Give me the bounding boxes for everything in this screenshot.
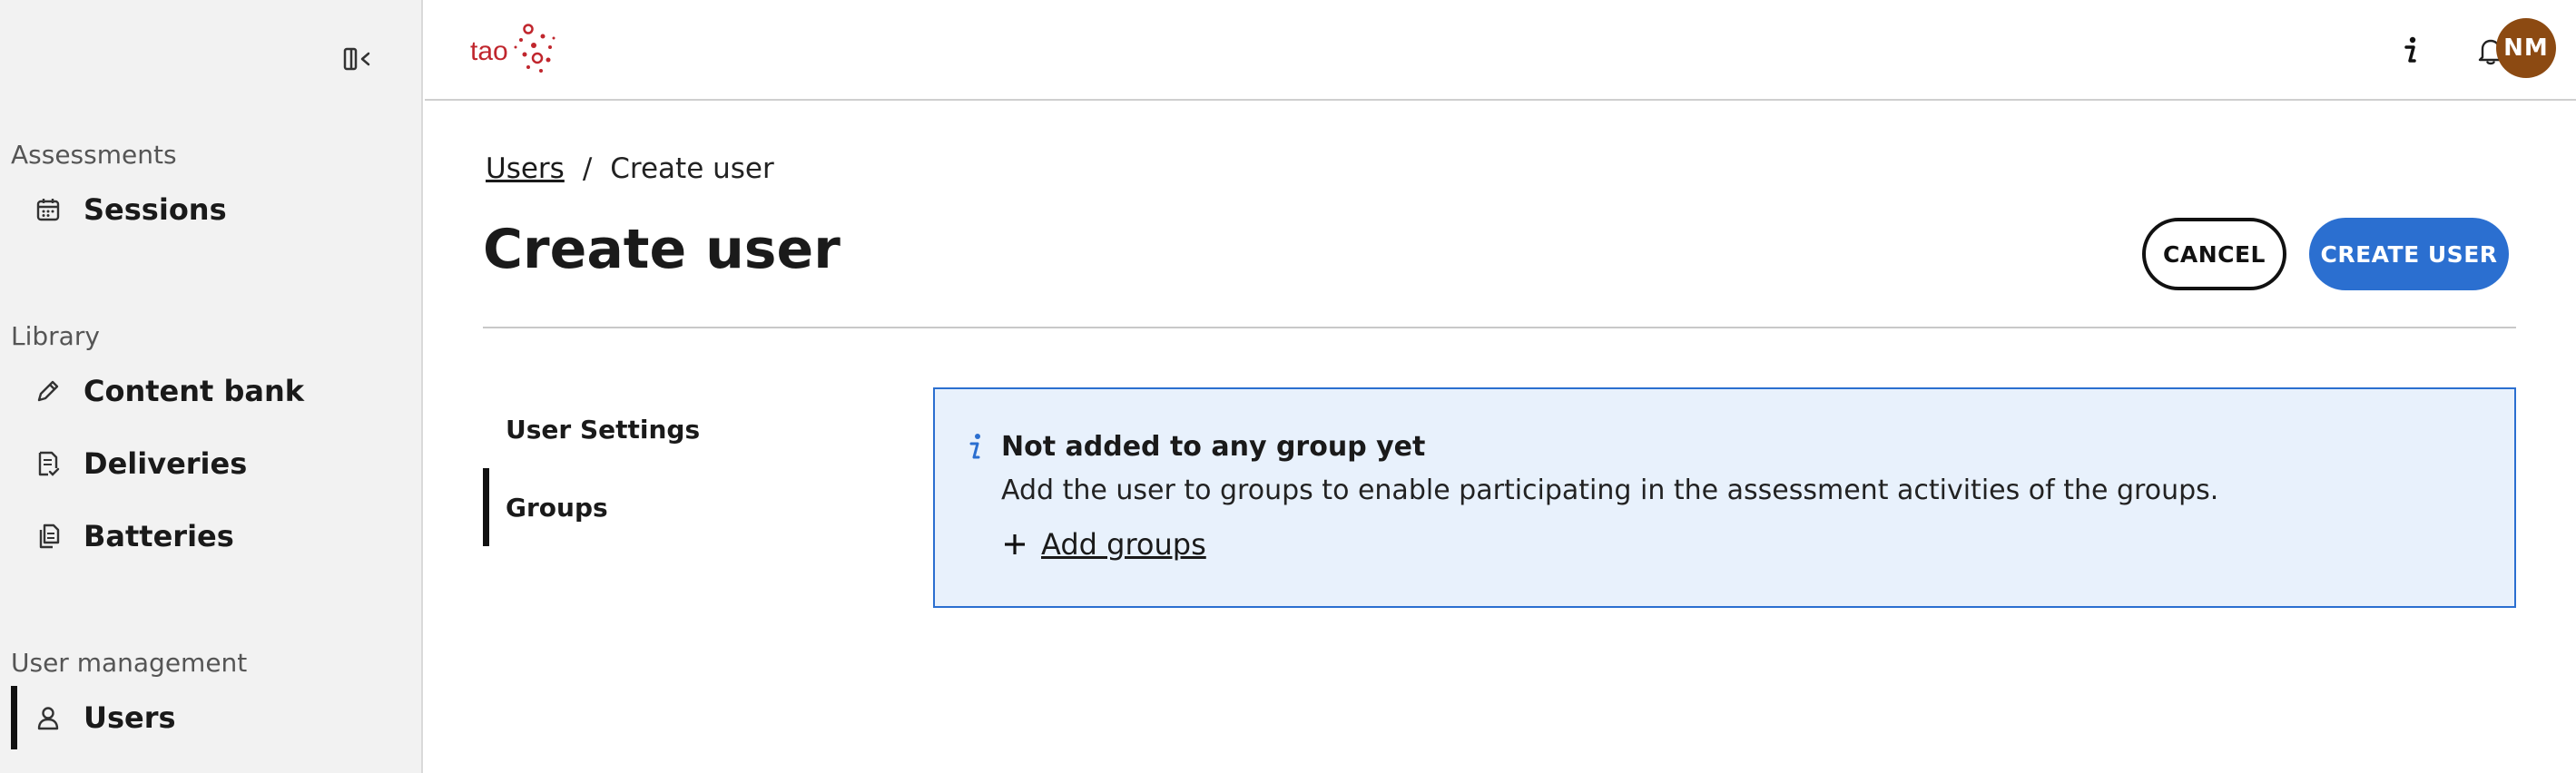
tab-groups[interactable]: Groups (483, 468, 755, 546)
notice-title: Not added to any group yet (1001, 431, 1426, 463)
sidebar-section-user-management: User management (11, 648, 248, 678)
info-icon[interactable] (2385, 25, 2436, 76)
sidebar-item-label: Users (84, 700, 176, 735)
sidebar-collapse-icon[interactable] (341, 44, 374, 74)
create-user-button[interactable]: CREATE USER (2309, 218, 2509, 290)
sidebar-section-library: Library (11, 321, 100, 351)
cancel-button[interactable]: CANCEL (2142, 218, 2286, 290)
calendar-icon (33, 194, 64, 225)
sidebar-item-sessions[interactable]: Sessions (11, 178, 410, 241)
header-divider (483, 327, 2516, 328)
sidebar: Assessments Sessions Library Content ban… (0, 0, 423, 773)
tab-label: Groups (506, 492, 608, 523)
document-check-icon (33, 448, 64, 479)
sidebar-item-label: Deliveries (84, 446, 248, 481)
top-header: tao NM (425, 0, 2576, 101)
add-groups-button[interactable]: Add groups (1001, 527, 1206, 562)
sidebar-section-assessments: Assessments (11, 140, 177, 170)
tab-label: User Settings (506, 414, 701, 445)
sidebar-item-label: Batteries (84, 519, 234, 553)
user-icon (33, 702, 64, 733)
sidebar-item-users[interactable]: Users (11, 686, 410, 749)
groups-notice: Not added to any group yet Add the user … (933, 387, 2516, 608)
sidebar-item-content-bank[interactable]: Content bank (11, 359, 410, 423)
sidebar-item-label: Content bank (84, 374, 305, 408)
breadcrumb: Users / Create user (486, 152, 774, 185)
plus-icon (1001, 531, 1028, 558)
add-groups-label: Add groups (1041, 527, 1206, 562)
avatar[interactable]: NM (2496, 18, 2556, 78)
notice-text: Add the user to groups to enable partici… (1001, 475, 2219, 506)
logo-text: tao (470, 36, 508, 66)
breadcrumb-current: Create user (610, 152, 774, 185)
sidebar-item-deliveries[interactable]: Deliveries (11, 432, 410, 495)
page-title: Create user (483, 218, 841, 281)
pencil-icon (33, 376, 64, 406)
breadcrumb-users-link[interactable]: Users (486, 152, 565, 185)
sidebar-item-label: Sessions (84, 192, 227, 227)
breadcrumb-separator: / (582, 152, 593, 185)
tao-logo[interactable]: tao (470, 22, 561, 76)
sidebar-item-batteries[interactable]: Batteries (11, 504, 410, 568)
info-icon (962, 429, 989, 465)
tab-user-settings[interactable]: User Settings (483, 390, 755, 468)
documents-icon (33, 521, 64, 552)
